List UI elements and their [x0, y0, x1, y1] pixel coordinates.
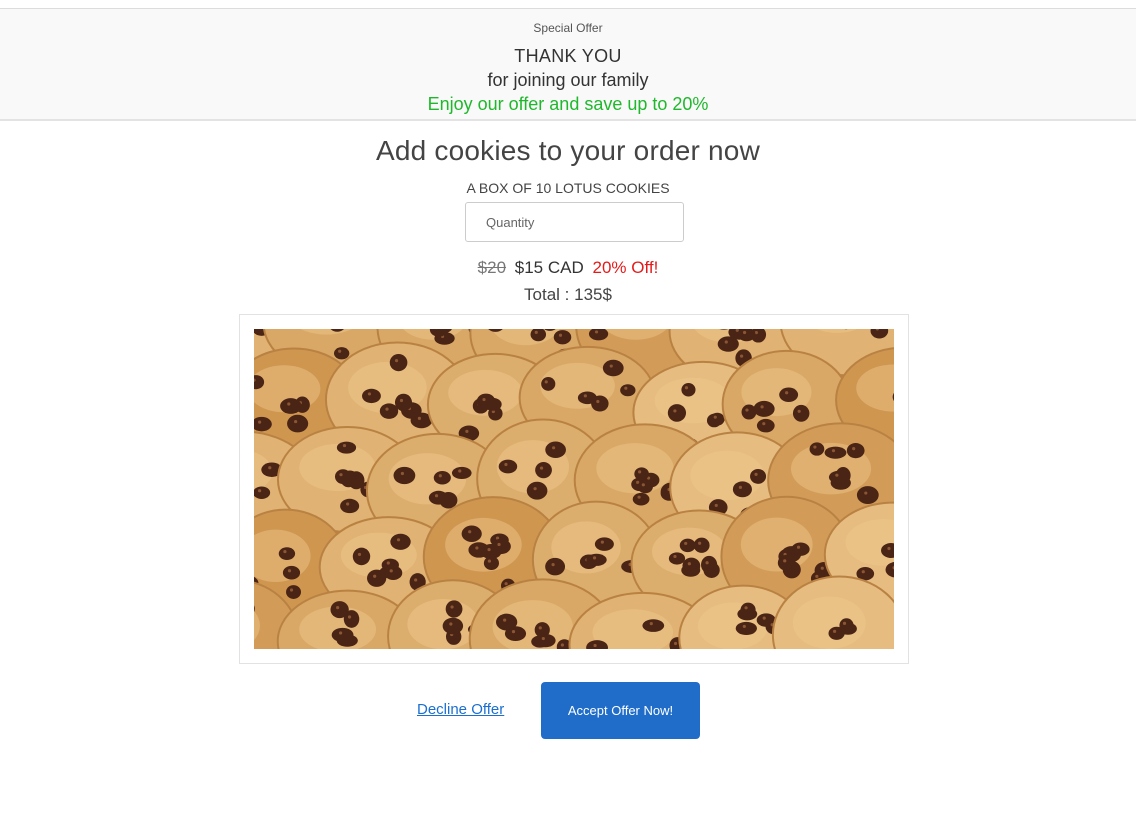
decline-offer-link[interactable]: Decline Offer	[417, 701, 504, 718]
quantity-input[interactable]	[465, 202, 684, 242]
top-strip	[0, 0, 1136, 9]
sale-price: $15 CAD	[514, 258, 584, 277]
order-total: Total : 135$	[524, 285, 612, 304]
discount-badge: 20% Off!	[592, 258, 659, 277]
joining-family-text: for joining our family	[487, 70, 649, 90]
special-offer-label: Special Offer	[533, 21, 603, 35]
thank-you-heading: THANK YOU	[514, 46, 622, 66]
product-image-frame	[239, 314, 909, 664]
enjoy-offer-text: Enjoy our offer and save up to 20%	[427, 94, 709, 114]
page-title: Add cookies to your order now	[375, 135, 760, 166]
offer-banner: Special Offer THANK YOU for joining our …	[0, 9, 1136, 121]
accept-offer-button[interactable]: Accept Offer Now!	[541, 682, 700, 739]
product-name: A BOX OF 10 LOTUS COOKIES	[466, 180, 670, 196]
cookies-product-image	[254, 329, 894, 649]
price-row: $20 $15 CAD 20% Off!	[0, 258, 1136, 278]
original-price: $20	[477, 258, 507, 277]
